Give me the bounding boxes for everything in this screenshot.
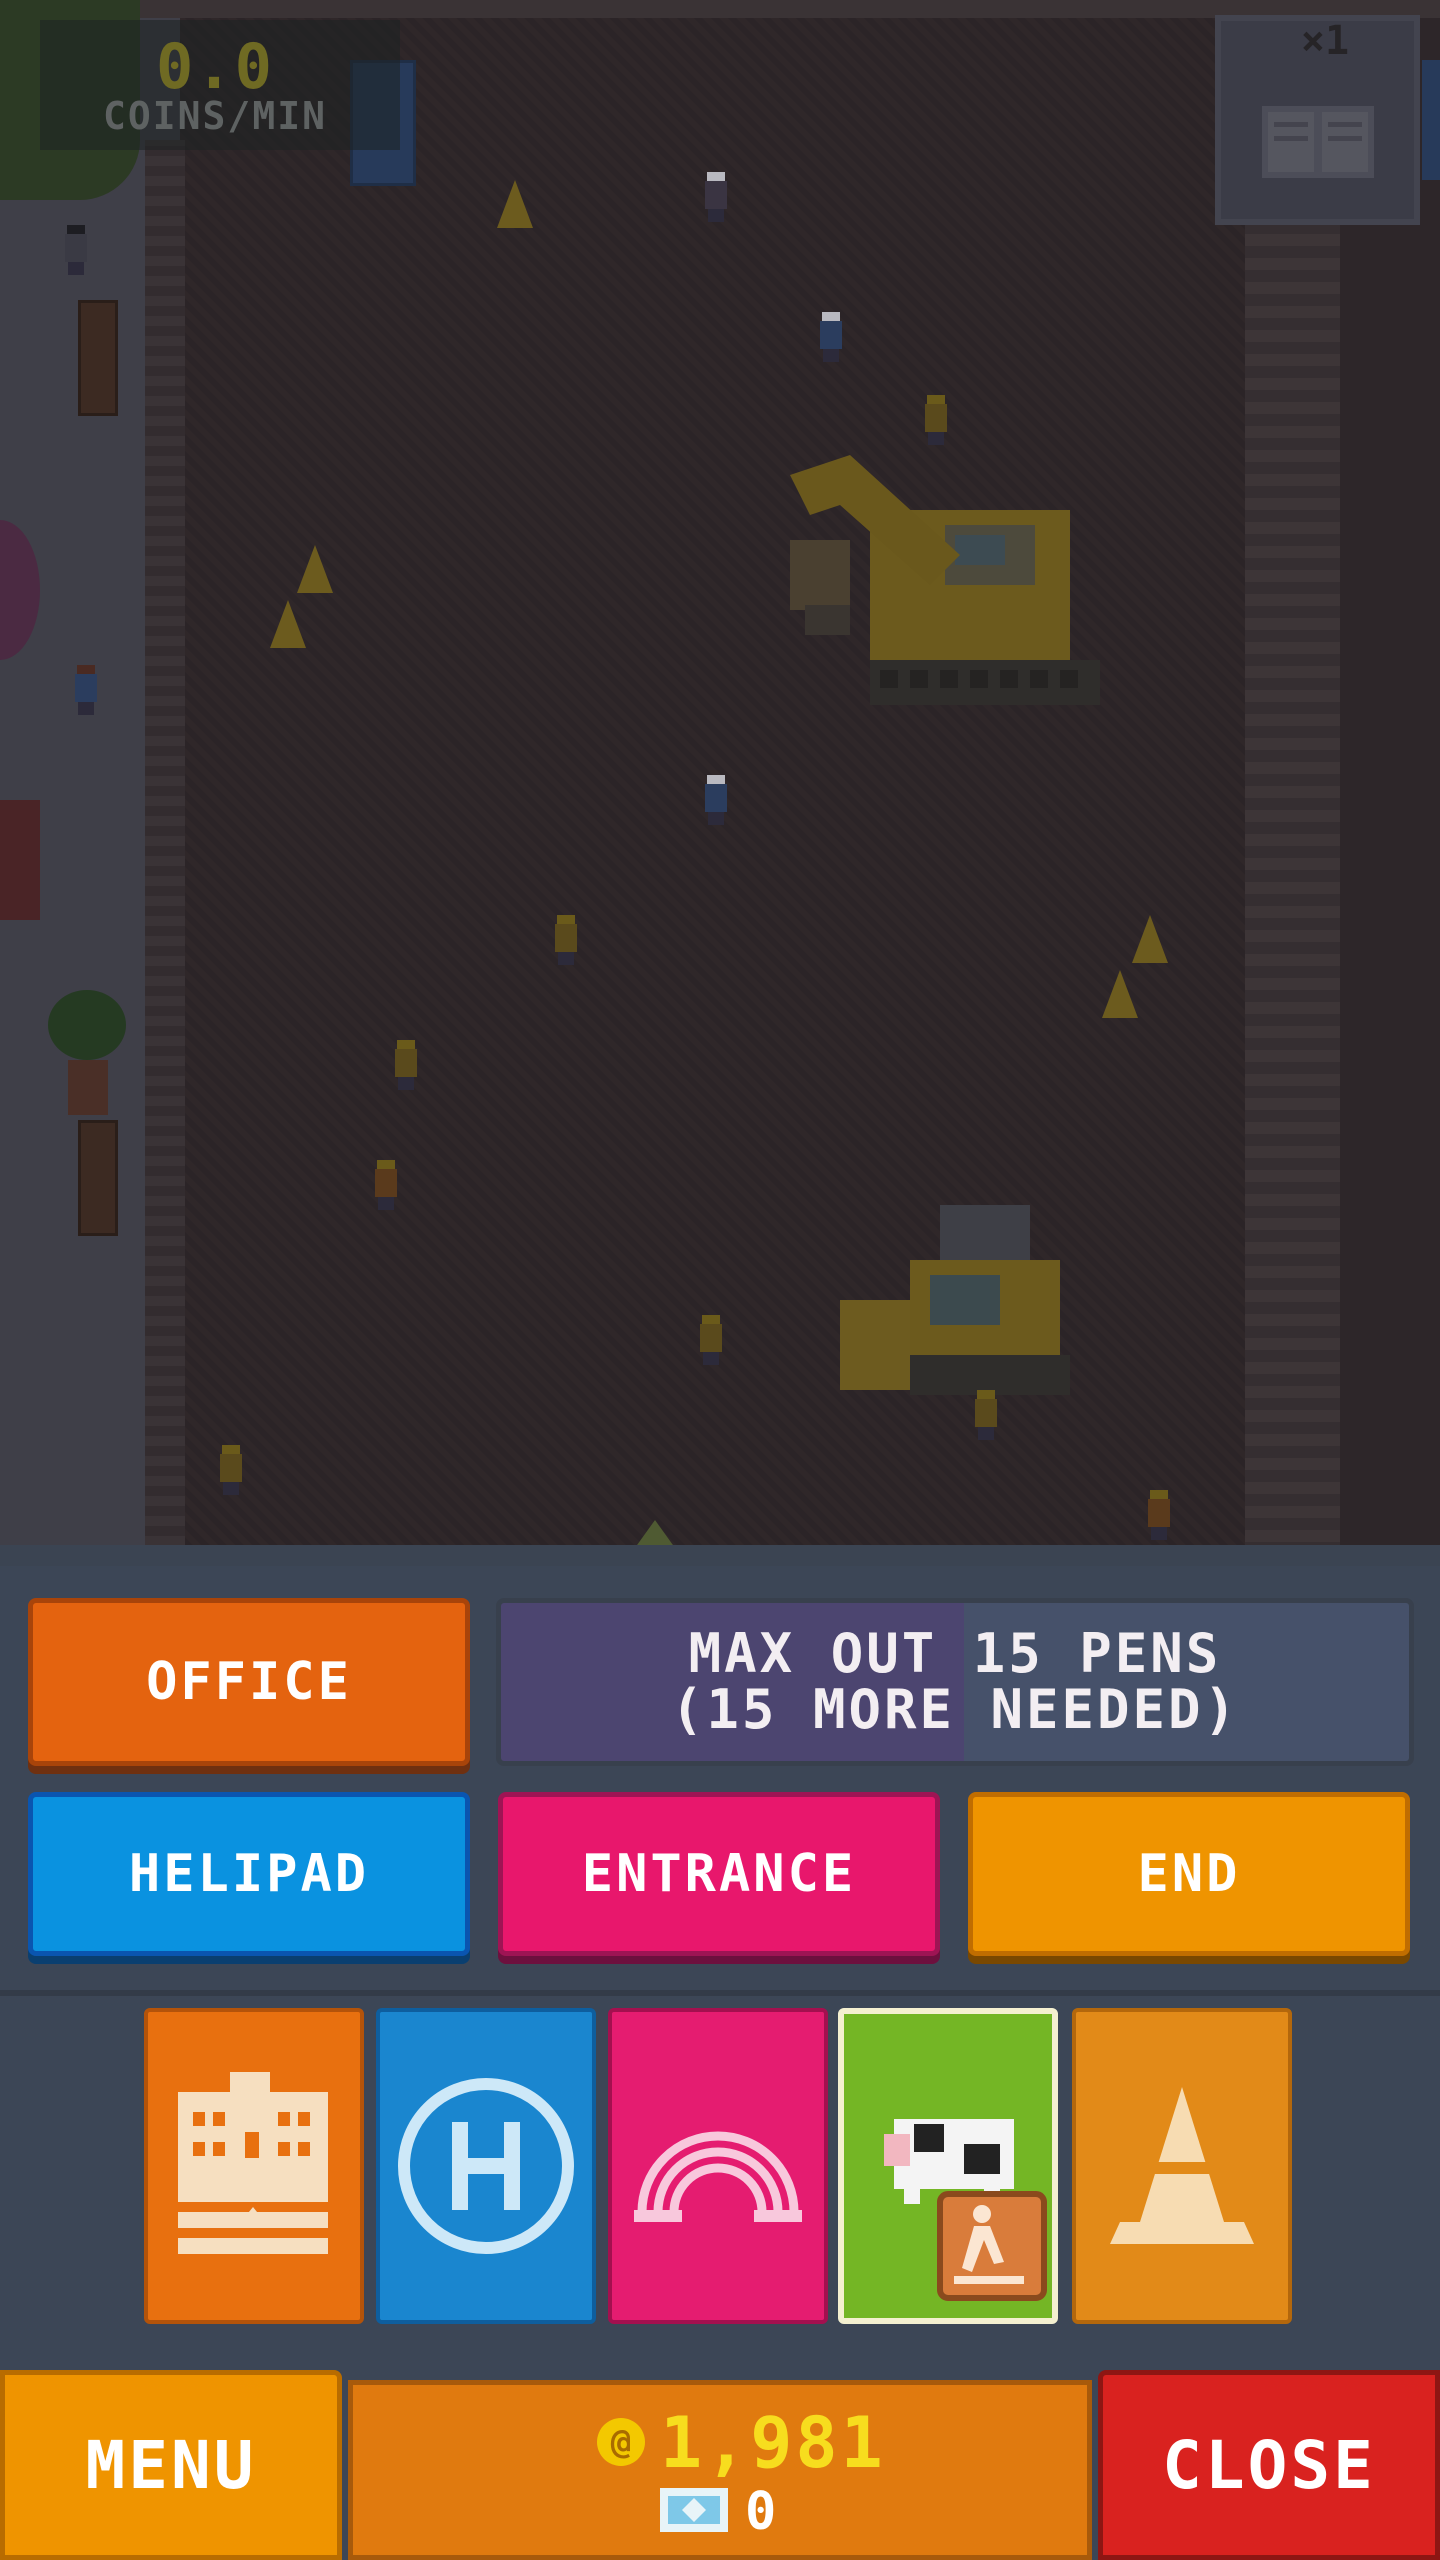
ticket-icon [660, 2488, 728, 2532]
cow-construction-icon [884, 2119, 1047, 2301]
speed-label: ×1 [1300, 18, 1350, 64]
traffic-cone-icon [1110, 2087, 1254, 2244]
visitor [705, 775, 727, 825]
helipad-icon [398, 2078, 574, 2254]
category-tile-decor[interactable] [1072, 2008, 1292, 2324]
worker [975, 1390, 997, 1440]
worker [700, 1315, 722, 1365]
worker [555, 915, 577, 965]
visitor [75, 665, 97, 715]
excavator [790, 455, 1100, 705]
gravel-border-left [145, 140, 185, 1566]
book-icon[interactable] [1262, 106, 1374, 178]
traffic-cone-prop [497, 180, 533, 228]
worker [925, 395, 947, 445]
visitor [820, 312, 842, 362]
bulldozer [840, 1205, 1070, 1395]
worker [375, 1160, 397, 1210]
office-building-icon [178, 2072, 328, 2254]
panel-edge [0, 1545, 1440, 1566]
coins-value: 1,981 [660, 2402, 886, 2484]
bench [78, 300, 118, 416]
construction-site[interactable] [180, 0, 1340, 1566]
gravel-path [1245, 200, 1340, 1566]
coins-per-min-label: COINS/MIN [103, 94, 327, 138]
category-tile-helipad[interactable] [376, 2008, 596, 2324]
office-button[interactable]: OFFICE [28, 1598, 470, 1766]
traffic-cone-prop [1132, 915, 1168, 963]
visitor [705, 172, 727, 222]
coins-per-min-value: 0.0 [156, 30, 274, 103]
worker [220, 1445, 242, 1495]
panel-divider [0, 1990, 1440, 1996]
goal-text-line2: (15 MORE NEEDED) [670, 1678, 1240, 1741]
category-tile-entrance[interactable] [608, 2008, 828, 2324]
visitor [65, 225, 87, 275]
side-lot [1340, 0, 1440, 1566]
traffic-cone-prop [1102, 970, 1138, 1018]
category-tile-office[interactable] [144, 2008, 364, 2324]
goal-text-line1: MAX OUT 15 PENS [688, 1622, 1222, 1685]
worker [395, 1040, 417, 1090]
flower-stall [0, 800, 40, 920]
end-button[interactable]: END [968, 1792, 1410, 1956]
coin-icon: @ [597, 2418, 645, 2466]
potted-tree [48, 990, 126, 1060]
category-tile-animals[interactable] [838, 2008, 1058, 2324]
traffic-cone-prop [297, 545, 333, 593]
worker [1148, 1490, 1170, 1540]
entrance-button[interactable]: ENTRANCE [498, 1792, 940, 1956]
close-button[interactable]: CLOSE [1098, 2370, 1440, 2560]
rainbow-arch-icon [634, 2131, 802, 2222]
traffic-cone-prop [270, 600, 306, 648]
menu-button[interactable]: MENU [0, 2370, 342, 2560]
portable-toilet [1422, 60, 1440, 180]
bench [78, 1120, 118, 1236]
game-world[interactable] [0, 0, 1440, 1566]
helipad-button[interactable]: HELIPAD [28, 1792, 470, 1956]
potted-tree-pot [68, 1060, 108, 1115]
tickets-value: 0 [745, 2482, 777, 2542]
